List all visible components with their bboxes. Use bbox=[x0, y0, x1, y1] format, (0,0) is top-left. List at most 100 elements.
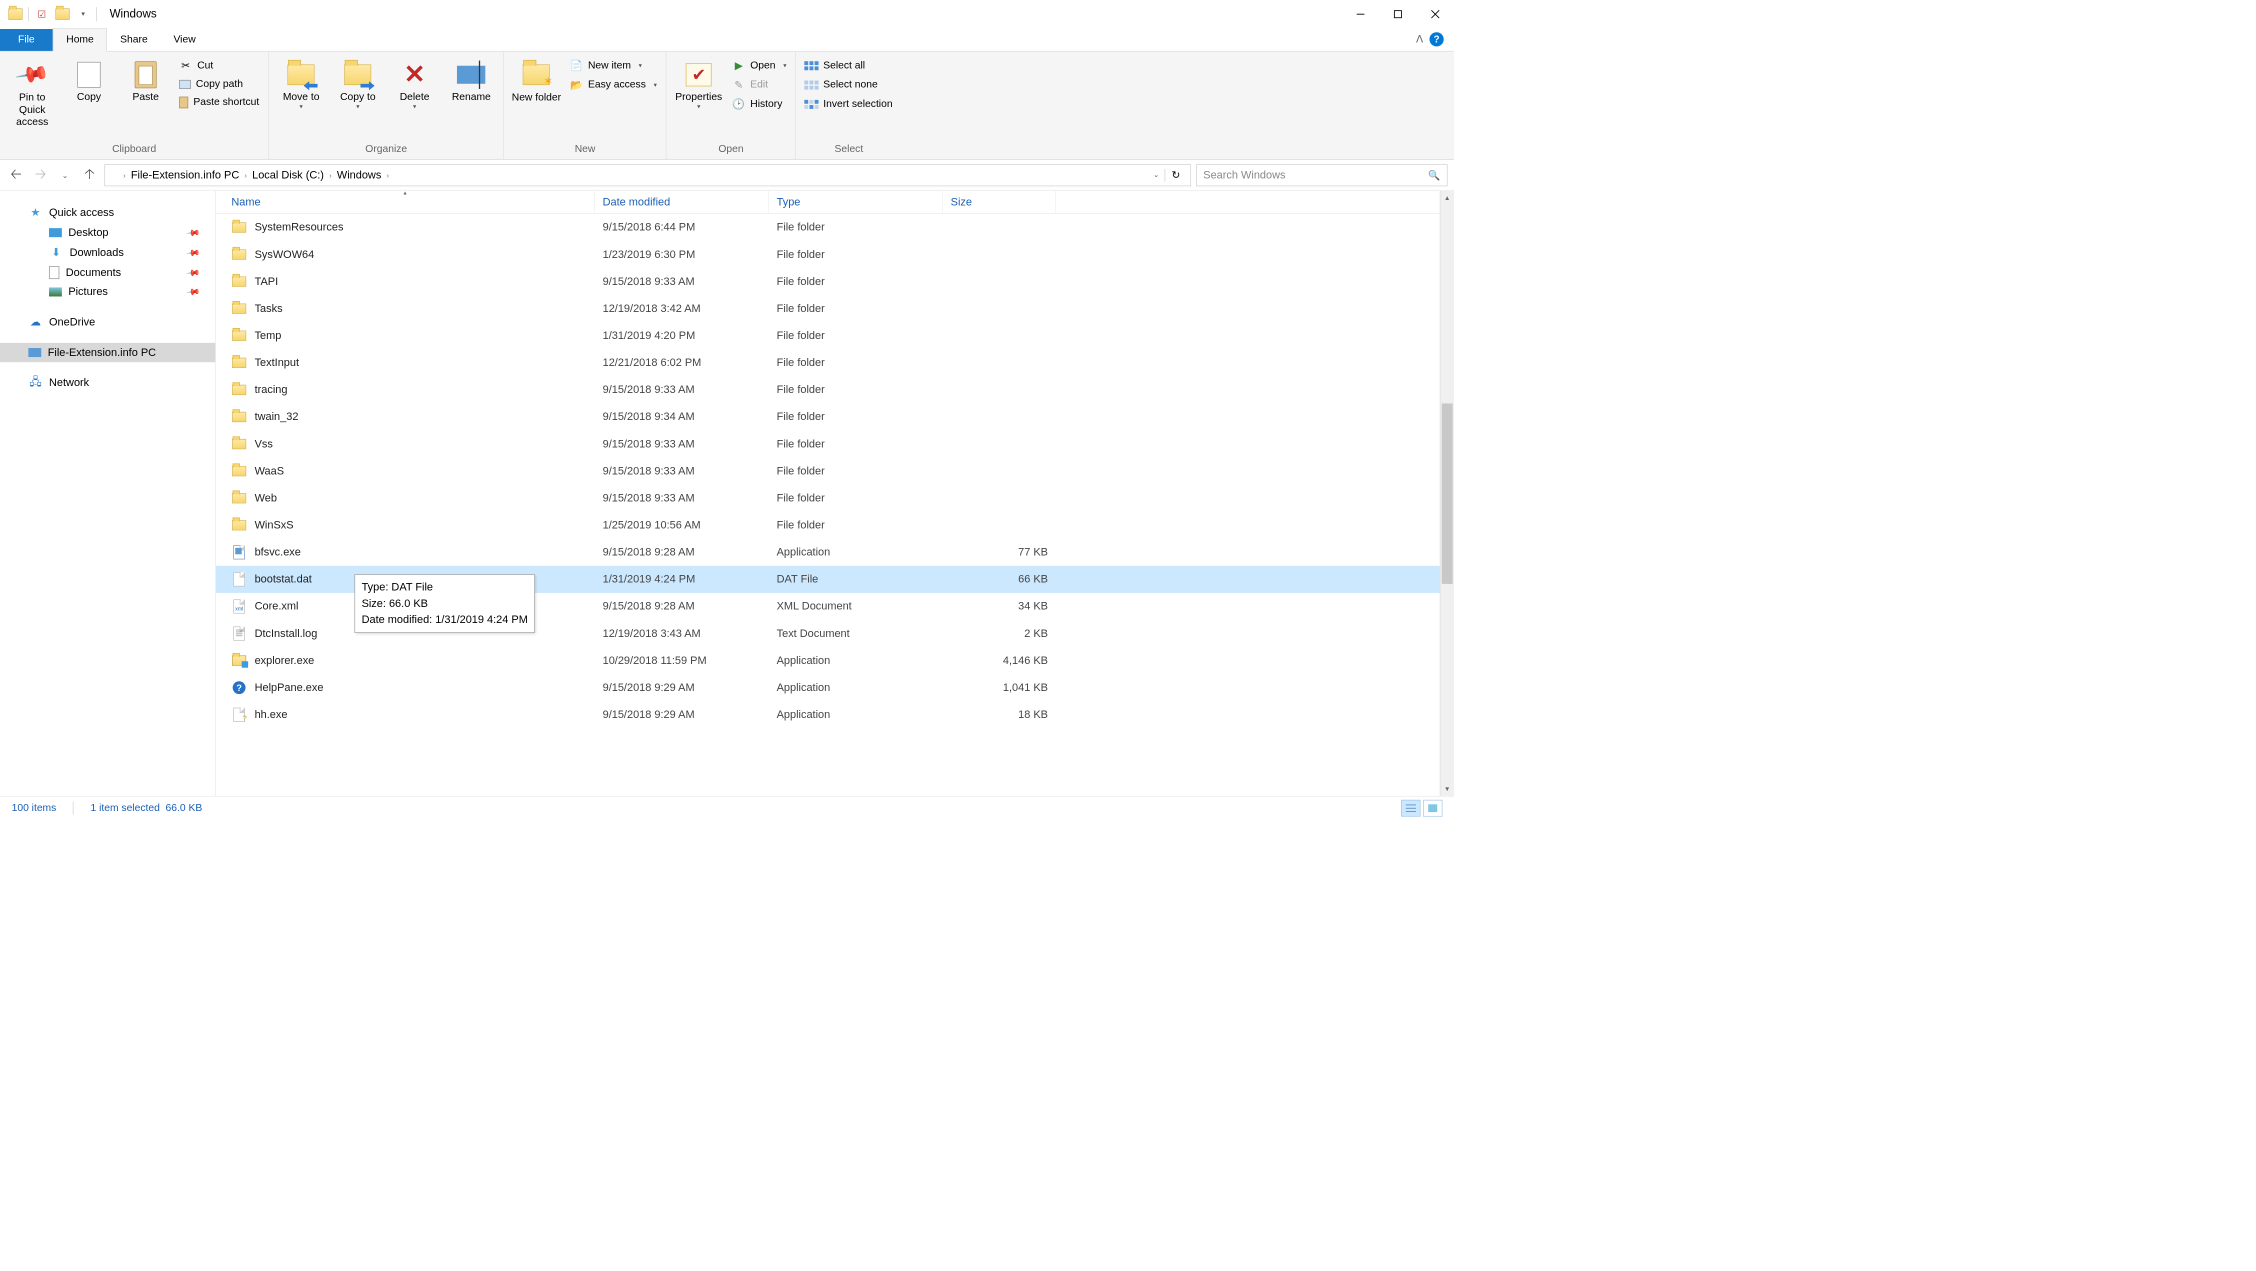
chevron-right-icon[interactable]: › bbox=[123, 170, 126, 179]
file-date: 12/19/2018 3:43 AM bbox=[595, 627, 769, 640]
scroll-thumb[interactable] bbox=[1442, 403, 1453, 583]
folder-icon bbox=[288, 64, 315, 85]
column-name[interactable]: Name▲ bbox=[216, 191, 595, 214]
copy-button[interactable]: Copy bbox=[63, 58, 115, 103]
recent-dropdown[interactable]: ⌄ bbox=[55, 165, 74, 184]
breadcrumb-folder[interactable]: Windows bbox=[334, 169, 384, 182]
folder-icon bbox=[109, 170, 121, 179]
column-date[interactable]: Date modified bbox=[595, 191, 769, 214]
select-none-button[interactable]: Select none bbox=[803, 77, 896, 92]
tooltip: Type: DAT File Size: 66.0 KB Date modifi… bbox=[354, 574, 534, 632]
separator bbox=[28, 7, 29, 21]
file-date: 9/15/2018 9:34 AM bbox=[595, 411, 769, 424]
nav-pictures[interactable]: Pictures📌 bbox=[0, 282, 215, 301]
nav-network[interactable]: 🖧Network bbox=[0, 373, 215, 394]
nav-downloads[interactable]: ⬇Downloads📌 bbox=[0, 242, 215, 263]
edit-button[interactable]: ✎Edit bbox=[730, 77, 789, 92]
network-icon: 🖧 bbox=[28, 376, 42, 390]
thumbnails-view-button[interactable] bbox=[1423, 800, 1442, 817]
ribbon-collapse-icon[interactable]: ᐱ bbox=[1416, 33, 1423, 46]
nav-this-pc[interactable]: File-Extension.info PC bbox=[0, 343, 215, 362]
select-all-button[interactable]: Select all bbox=[803, 58, 896, 73]
file-row[interactable]: WaaS9/15/2018 9:33 AMFile folder bbox=[216, 458, 1454, 485]
chevron-right-icon[interactable]: › bbox=[329, 170, 332, 179]
invert-selection-button[interactable]: Invert selection bbox=[803, 97, 896, 112]
search-icon: 🔍 bbox=[1428, 169, 1440, 181]
file-type: File folder bbox=[769, 221, 943, 234]
tab-file[interactable]: File bbox=[0, 29, 53, 51]
tab-share[interactable]: Share bbox=[107, 29, 160, 51]
nav-desktop[interactable]: Desktop📌 bbox=[0, 223, 215, 242]
scroll-down-button[interactable]: ▼ bbox=[1440, 782, 1454, 796]
address-bar[interactable]: › File-Extension.info PC › Local Disk (C… bbox=[104, 164, 1191, 186]
paste-shortcut-button[interactable]: Paste shortcut bbox=[177, 95, 262, 109]
open-button[interactable]: ▶Open bbox=[730, 58, 789, 73]
paste-button[interactable]: Paste bbox=[120, 58, 172, 103]
nav-quick-access[interactable]: ★Quick access bbox=[0, 202, 215, 223]
rename-button[interactable]: Rename bbox=[446, 58, 498, 103]
qat-newfolder-icon[interactable] bbox=[52, 4, 73, 25]
qat-customize-icon[interactable]: ▾ bbox=[73, 4, 94, 25]
copy-to-button[interactable]: Copy to▾ bbox=[332, 58, 384, 110]
qat-properties-icon[interactable]: ☑ bbox=[32, 4, 53, 25]
details-view-button[interactable] bbox=[1401, 800, 1420, 817]
copy-path-button[interactable]: Copy path bbox=[177, 77, 262, 91]
new-item-button[interactable]: 📄New item bbox=[567, 58, 659, 73]
nav-onedrive[interactable]: ☁OneDrive bbox=[0, 312, 215, 333]
file-row[interactable]: explorer.exe10/29/2018 11:59 PMApplicati… bbox=[216, 647, 1454, 674]
pin-icon: 📌 bbox=[185, 284, 201, 300]
file-row[interactable]: Vss9/15/2018 9:33 AMFile folder bbox=[216, 431, 1454, 458]
cut-button[interactable]: ✂Cut bbox=[177, 58, 262, 73]
easy-access-button[interactable]: 📂Easy access bbox=[567, 77, 659, 92]
file-row[interactable]: twain_329/15/2018 9:34 AMFile folder bbox=[216, 403, 1454, 430]
ribbon-group-open: ✔ Properties▾ ▶Open ✎Edit 🕑History Open bbox=[666, 52, 796, 160]
forward-button[interactable]: 🡢 bbox=[31, 165, 50, 184]
file-row[interactable]: Tasks12/19/2018 3:42 AMFile folder bbox=[216, 295, 1454, 322]
help-icon[interactable]: ? bbox=[1430, 32, 1444, 46]
up-button[interactable]: 🡡 bbox=[80, 165, 99, 184]
file-row[interactable]: Web9/15/2018 9:33 AMFile folder bbox=[216, 485, 1454, 512]
file-row[interactable]: TextInput12/21/2018 6:02 PMFile folder bbox=[216, 349, 1454, 376]
search-input[interactable]: Search Windows 🔍 bbox=[1196, 164, 1447, 186]
file-name: TextInput bbox=[255, 356, 299, 369]
file-row[interactable]: bfsvc.exe9/15/2018 9:28 AMApplication77 … bbox=[216, 539, 1454, 566]
properties-button[interactable]: ✔ Properties▾ bbox=[673, 58, 725, 110]
scroll-up-button[interactable]: ▲ bbox=[1440, 191, 1454, 205]
file-row[interactable]: ?hh.exe9/15/2018 9:29 AMApplication18 KB bbox=[216, 701, 1454, 728]
folder-icon bbox=[231, 436, 246, 451]
back-button[interactable]: 🡠 bbox=[6, 165, 25, 184]
file-row[interactable]: SystemResources9/15/2018 6:44 PMFile fol… bbox=[216, 214, 1454, 241]
chevron-right-icon[interactable]: › bbox=[386, 170, 389, 179]
history-button[interactable]: 🕑History bbox=[730, 97, 789, 112]
refresh-button[interactable]: ↻ bbox=[1164, 169, 1186, 182]
newitem-icon: 📄 bbox=[570, 59, 583, 72]
file-row[interactable]: ?HelpPane.exe9/15/2018 9:29 AMApplicatio… bbox=[216, 674, 1454, 701]
vertical-scrollbar[interactable]: ▲ ▼ bbox=[1440, 191, 1454, 796]
column-size[interactable]: Size bbox=[943, 191, 1056, 214]
breadcrumb-root[interactable]: File-Extension.info PC bbox=[128, 169, 242, 182]
file-row[interactable]: tracing9/15/2018 9:33 AMFile folder bbox=[216, 376, 1454, 403]
minimize-button[interactable] bbox=[1342, 0, 1379, 28]
nav-documents[interactable]: Documents📌 bbox=[0, 263, 215, 282]
delete-button[interactable]: ✕ Delete▾ bbox=[389, 58, 441, 110]
pin-to-quick-access-button[interactable]: 📌 Pin to Quick access bbox=[6, 58, 58, 129]
breadcrumb-drive[interactable]: Local Disk (C:) bbox=[250, 169, 327, 182]
chevron-right-icon[interactable]: › bbox=[244, 170, 247, 179]
move-to-button[interactable]: Move to▾ bbox=[275, 58, 327, 110]
file-icon bbox=[231, 572, 246, 587]
file-row[interactable]: TAPI9/15/2018 9:33 AMFile folder bbox=[216, 268, 1454, 295]
file-size: 4,146 KB bbox=[943, 654, 1056, 667]
new-folder-button[interactable]: ✶ New folder bbox=[511, 58, 563, 104]
file-row[interactable]: WinSxS1/25/2019 10:56 AMFile folder bbox=[216, 512, 1454, 539]
tab-view[interactable]: View bbox=[161, 29, 209, 51]
status-item-count: 100 items bbox=[12, 802, 57, 814]
file-row[interactable]: SysWOW641/23/2019 6:30 PMFile folder bbox=[216, 241, 1454, 268]
address-dropdown[interactable]: ⌄ bbox=[1148, 171, 1164, 179]
file-type: File folder bbox=[769, 302, 943, 315]
column-type[interactable]: Type bbox=[769, 191, 943, 214]
file-row[interactable]: Temp1/31/2019 4:20 PMFile folder bbox=[216, 322, 1454, 349]
close-button[interactable] bbox=[1417, 0, 1454, 28]
tab-home[interactable]: Home bbox=[53, 28, 108, 51]
file-date: 1/31/2019 4:20 PM bbox=[595, 329, 769, 342]
maximize-button[interactable] bbox=[1379, 0, 1416, 28]
